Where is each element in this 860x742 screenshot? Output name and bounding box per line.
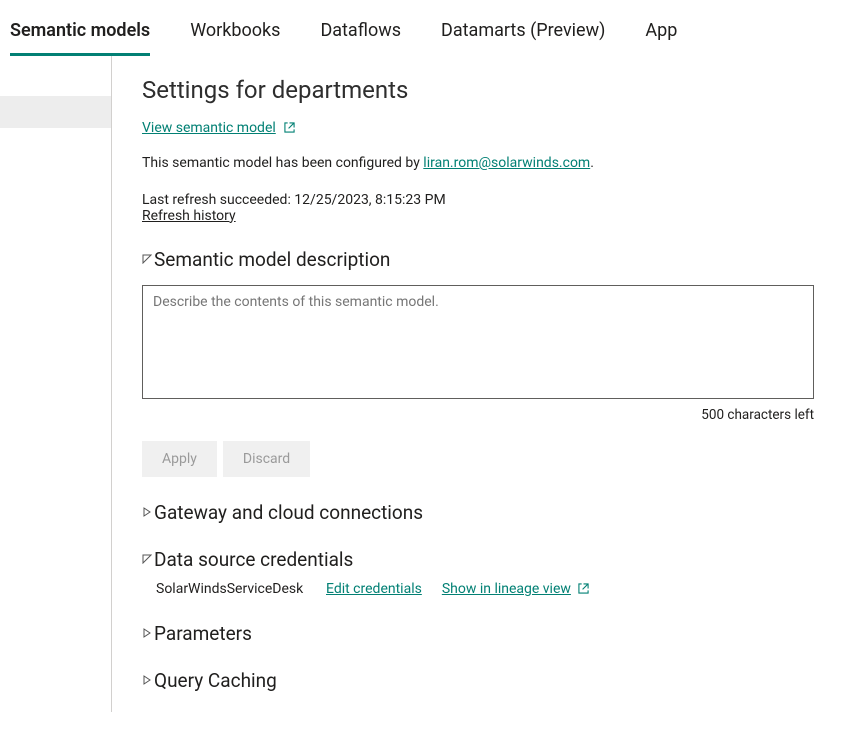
tab-workbooks[interactable]: Workbooks bbox=[190, 20, 280, 56]
section-header-query-caching[interactable]: Query Caching bbox=[142, 669, 802, 692]
section-header-description[interactable]: Semantic model description bbox=[142, 248, 802, 271]
edit-credentials-link[interactable]: Edit credentials bbox=[326, 581, 422, 597]
configured-by-prefix: This semantic model has been configured … bbox=[142, 155, 423, 171]
chevron-collapsed-icon bbox=[142, 507, 152, 517]
show-lineage-link[interactable]: Show in lineage view bbox=[442, 581, 571, 597]
left-rail bbox=[0, 56, 112, 712]
description-textarea[interactable] bbox=[142, 285, 814, 399]
tab-semantic-models[interactable]: Semantic models bbox=[10, 20, 150, 56]
tab-dataflows[interactable]: Dataflows bbox=[320, 20, 401, 56]
external-link-icon bbox=[284, 122, 295, 133]
chevron-expanded-icon bbox=[142, 554, 152, 564]
section-title-ds-credentials: Data source credentials bbox=[154, 548, 353, 571]
view-semantic-model-link[interactable]: View semantic model bbox=[142, 120, 276, 136]
section-title-parameters: Parameters bbox=[154, 622, 252, 645]
characters-left: 500 characters left bbox=[142, 407, 814, 423]
section-header-ds-credentials[interactable]: Data source credentials bbox=[142, 548, 802, 571]
chevron-collapsed-icon bbox=[142, 675, 152, 685]
chevron-collapsed-icon bbox=[142, 628, 152, 638]
section-title-description: Semantic model description bbox=[154, 248, 390, 271]
tab-app[interactable]: App bbox=[645, 20, 677, 56]
section-header-gateway[interactable]: Gateway and cloud connections bbox=[142, 501, 802, 524]
page-title: Settings for departments bbox=[142, 76, 802, 104]
configured-by-line: This semantic model has been configured … bbox=[142, 154, 802, 174]
tab-datamarts[interactable]: Datamarts (Preview) bbox=[441, 20, 605, 56]
configured-by-suffix: . bbox=[590, 155, 594, 171]
left-rail-selected-item[interactable] bbox=[0, 96, 111, 128]
discard-button[interactable]: Discard bbox=[223, 441, 310, 477]
configured-by-email[interactable]: liran.rom@solarwinds.com bbox=[423, 155, 590, 171]
section-header-parameters[interactable]: Parameters bbox=[142, 622, 802, 645]
data-source-name: SolarWindsServiceDesk bbox=[156, 581, 306, 597]
refresh-history-link[interactable]: Refresh history bbox=[142, 208, 236, 224]
data-source-row: SolarWindsServiceDesk Edit credentials S… bbox=[142, 581, 802, 598]
settings-tabs: Semantic models Workbooks Dataflows Data… bbox=[0, 0, 860, 56]
section-title-gateway: Gateway and cloud connections bbox=[154, 501, 423, 524]
external-link-icon bbox=[578, 582, 589, 598]
section-title-query-caching: Query Caching bbox=[154, 669, 277, 692]
chevron-expanded-icon bbox=[142, 254, 152, 264]
last-refresh-text: Last refresh succeeded: 12/25/2023, 8:15… bbox=[142, 192, 802, 208]
settings-content: Settings for departments View semantic m… bbox=[112, 56, 832, 712]
apply-button[interactable]: Apply bbox=[142, 441, 217, 477]
